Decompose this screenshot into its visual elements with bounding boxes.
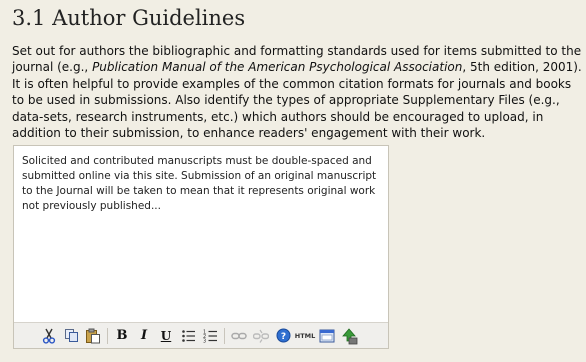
fullscreen-icon[interactable]	[316, 325, 338, 347]
editor-content[interactable]: Solicited and contributed manuscripts mu…	[22, 154, 382, 214]
html-source-button[interactable]: HTML	[294, 325, 316, 347]
italic-button[interactable]: I	[133, 325, 155, 347]
svg-text:?: ?	[280, 332, 285, 342]
toolbar-separator	[224, 327, 225, 344]
numbered-list-icon[interactable]: 1 2 3	[199, 325, 221, 347]
link-icon[interactable]	[228, 325, 250, 347]
underline-button[interactable]: U	[155, 325, 177, 347]
cut-icon[interactable]	[38, 325, 60, 347]
description-emphasis: Publication Manual of the American Psych…	[92, 60, 463, 75]
upload-image-icon[interactable]	[338, 325, 360, 347]
svg-text:3: 3	[203, 338, 206, 343]
section-heading: 3.1 Author Guidelines	[12, 6, 246, 30]
help-icon[interactable]: ?	[272, 325, 294, 347]
rich-text-editor[interactable]: Solicited and contributed manuscripts mu…	[13, 145, 389, 349]
paste-icon[interactable]	[82, 325, 104, 347]
unlink-icon[interactable]	[250, 325, 272, 347]
bullet-list-icon[interactable]	[177, 325, 199, 347]
copy-icon[interactable]	[60, 325, 82, 347]
bold-button[interactable]: B	[111, 325, 133, 347]
toolbar-separator	[107, 327, 108, 344]
section-description: Set out for authors the bibliographic an…	[12, 43, 582, 141]
editor-toolbar: B I U 1 2 3 ? HTML	[14, 322, 388, 348]
